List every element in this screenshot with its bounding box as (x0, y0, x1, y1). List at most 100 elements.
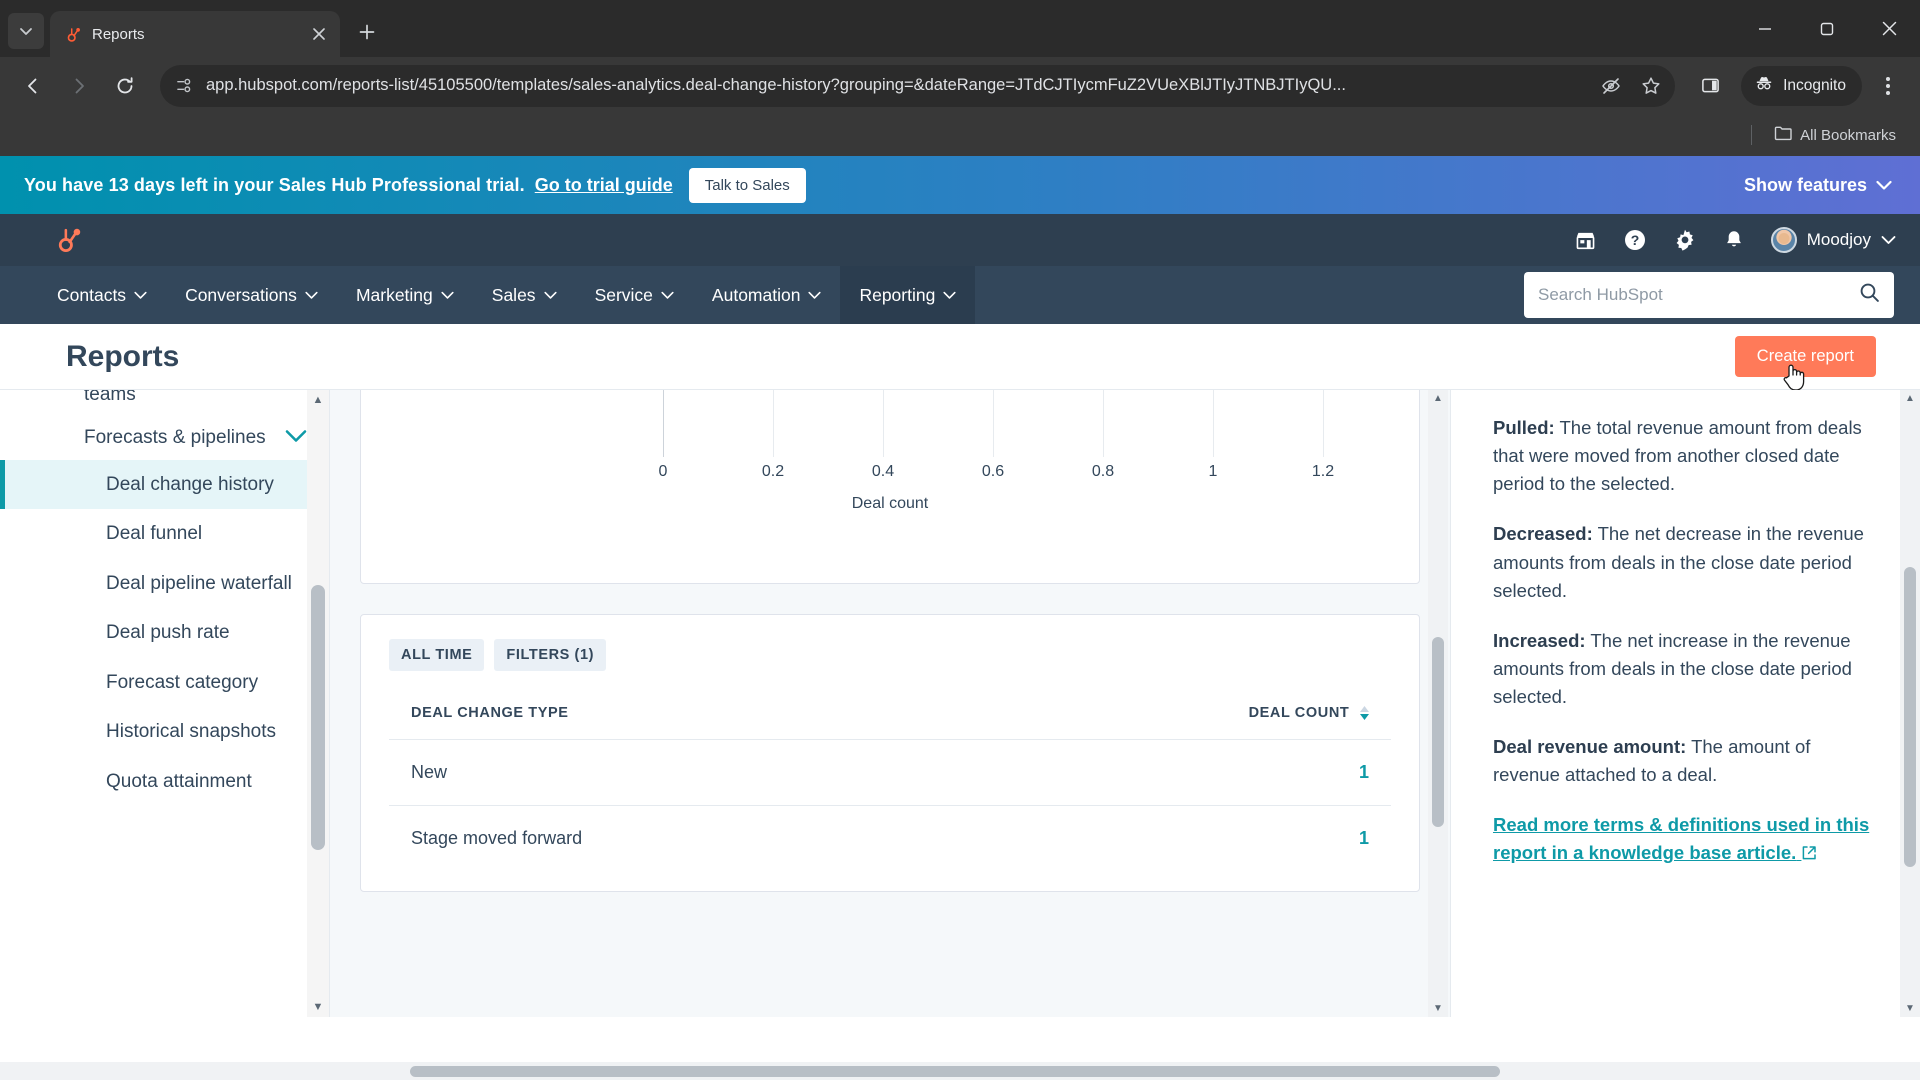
scroll-down-arrow-icon[interactable]: ▼ (313, 997, 324, 1017)
chart-plot-area: 1 (663, 390, 1324, 457)
user-menu[interactable]: Moodjoy (1770, 227, 1896, 253)
scroll-thumb[interactable] (1432, 637, 1444, 827)
divider (1751, 125, 1753, 145)
chevron-down-icon (808, 291, 822, 299)
column-header-deal-change-type[interactable]: DEAL CHANGE TYPE (389, 705, 957, 740)
reload-icon[interactable] (104, 65, 146, 107)
bookmarks-bar: All Bookmarks (0, 114, 1920, 156)
minimize-icon[interactable] (1734, 0, 1796, 57)
cell-deal-count[interactable]: 1 (956, 739, 1391, 806)
marketplace-icon[interactable] (1574, 229, 1597, 252)
nav-item-contacts[interactable]: Contacts (38, 266, 166, 324)
nav-item-service[interactable]: Service (576, 266, 693, 324)
scroll-thumb[interactable] (1904, 567, 1916, 867)
side-panel-icon[interactable] (1689, 65, 1731, 107)
sidebar-item-deal-change-history[interactable]: Deal change history (0, 459, 329, 510)
show-features-label: Show features (1743, 174, 1867, 195)
chart-xtick: 0.2 (761, 463, 785, 480)
create-report-button[interactable]: Create report (1734, 336, 1876, 391)
nav-item-sales[interactable]: Sales (473, 266, 576, 324)
knowledge-base-link[interactable]: Read more terms & definitions used in th… (1493, 811, 1878, 867)
all-bookmarks-button[interactable]: All Bookmarks (1774, 125, 1896, 145)
scroll-up-arrow-icon[interactable]: ▲ (1905, 390, 1915, 407)
chevron-down-icon (134, 291, 147, 299)
help-circle-icon[interactable]: ? (1623, 228, 1647, 252)
chart-card: Stage moved forward 1 0 0.2 0 (360, 390, 1420, 584)
show-features-button[interactable]: Show features (1744, 175, 1892, 196)
sidebar-partial-item-teams[interactable]: teams (0, 390, 329, 416)
avatar (1770, 227, 1797, 253)
content-scrollbar[interactable]: ▲ ▼ (1428, 390, 1448, 1017)
star-icon[interactable] (1641, 76, 1661, 96)
hubspot-sprocket-icon[interactable] (54, 225, 88, 255)
sidebar-item-historical-snapshots[interactable]: Historical snapshots (0, 707, 329, 757)
nav-item-conversations[interactable]: Conversations (166, 266, 337, 324)
incognito-label: Incognito (1783, 76, 1846, 94)
trial-message: You have 13 days left in your Sales Hub … (24, 174, 525, 195)
hubspot-main-nav: Contacts Conversations Marketing Sales S… (0, 266, 1920, 324)
create-report-label: Create report (1756, 347, 1854, 365)
scroll-up-arrow-icon[interactable]: ▲ (1433, 390, 1443, 407)
nav-label: Marketing (355, 284, 433, 305)
hubspot-search[interactable] (1524, 272, 1894, 318)
external-link-icon (1801, 842, 1817, 863)
sidebar-scrollbar[interactable]: ▲ ▼ (307, 390, 329, 1017)
scroll-down-arrow-icon[interactable]: ▼ (1433, 1000, 1443, 1017)
filter-chips: ALL TIME FILTERS (1) (389, 639, 1391, 671)
chart-xtick: 0.4 (871, 463, 895, 480)
chart-x-axis-title: Deal count (851, 495, 929, 512)
scroll-thumb[interactable] (311, 585, 325, 850)
sidebar-group-forecasts-pipelines[interactable]: Forecasts & pipelines (0, 416, 329, 460)
chip-all-time[interactable]: ALL TIME (389, 639, 485, 671)
pointer-hand-cursor (1781, 362, 1807, 392)
page-info-icon[interactable] (174, 76, 194, 96)
scroll-track[interactable] (1900, 407, 1920, 1000)
nav-item-marketing[interactable]: Marketing (337, 266, 473, 324)
back-arrow-icon[interactable] (12, 65, 54, 107)
toolbar-right-actions: Incognito (1689, 65, 1908, 107)
close-icon[interactable] (308, 23, 330, 45)
column-header-deal-count[interactable]: DEAL COUNT (956, 705, 1391, 740)
scroll-track[interactable] (1428, 407, 1448, 1000)
page-title: Reports (66, 339, 180, 373)
tab-search-button[interactable] (8, 13, 44, 49)
incognito-indicator[interactable]: Incognito (1741, 65, 1862, 106)
chart-xtick: 0.6 (981, 463, 1005, 480)
incognito-hat-icon (1754, 73, 1774, 98)
nav-label: Reporting (859, 284, 936, 305)
sort-caret-icon[interactable] (1360, 706, 1369, 721)
horizontal-scroll-thumb[interactable] (410, 1065, 1500, 1077)
chart-xtick: 1.2 (1311, 463, 1335, 480)
eye-slash-icon[interactable] (1601, 76, 1621, 96)
kebab-menu-icon[interactable] (1868, 65, 1908, 107)
trial-guide-link[interactable]: Go to trial guide (535, 175, 673, 196)
nav-item-reporting[interactable]: Reporting (840, 266, 976, 324)
horizontal-scrollbar[interactable] (0, 1062, 1920, 1080)
close-icon[interactable] (1858, 0, 1920, 57)
scroll-track[interactable] (307, 410, 329, 997)
sidebar-item-forecast-category[interactable]: Forecast category (0, 658, 329, 708)
new-tab-button[interactable] (350, 15, 384, 49)
table-row[interactable]: Stage moved forward 1 (389, 806, 1391, 872)
search-input[interactable] (1538, 285, 1859, 305)
scroll-down-arrow-icon[interactable]: ▼ (1905, 1000, 1915, 1017)
cell-deal-count[interactable]: 1 (957, 806, 1391, 872)
scroll-up-arrow-icon[interactable]: ▲ (313, 390, 324, 410)
maximize-icon[interactable] (1796, 0, 1858, 57)
chip-filters[interactable]: FILTERS (1) (494, 639, 607, 671)
gear-icon[interactable] (1673, 228, 1697, 252)
browser-tab[interactable]: Reports (50, 11, 340, 57)
address-bar[interactable]: app.hubspot.com/reports-list/45105500/te… (160, 64, 1676, 107)
nav-item-automation[interactable]: Automation (693, 266, 841, 324)
sidebar-item-deal-push-rate[interactable]: Deal push rate (0, 608, 329, 658)
tab-title: Reports (92, 25, 145, 43)
sidebar-item-deal-funnel[interactable]: Deal funnel (0, 509, 329, 559)
sidebar-item-deal-pipeline-waterfall[interactable]: Deal pipeline waterfall (0, 559, 329, 609)
page-scrollbar[interactable]: ▲ ▼ (1900, 390, 1920, 1017)
sidebar-item-quota-attainment[interactable]: Quota attainment (0, 757, 329, 807)
search-icon[interactable] (1859, 282, 1880, 308)
talk-to-sales-button[interactable]: Talk to Sales (688, 167, 806, 203)
table-row[interactable]: New 1 (389, 739, 1391, 806)
bell-icon[interactable] (1723, 229, 1745, 251)
forward-arrow-icon[interactable] (58, 65, 100, 107)
